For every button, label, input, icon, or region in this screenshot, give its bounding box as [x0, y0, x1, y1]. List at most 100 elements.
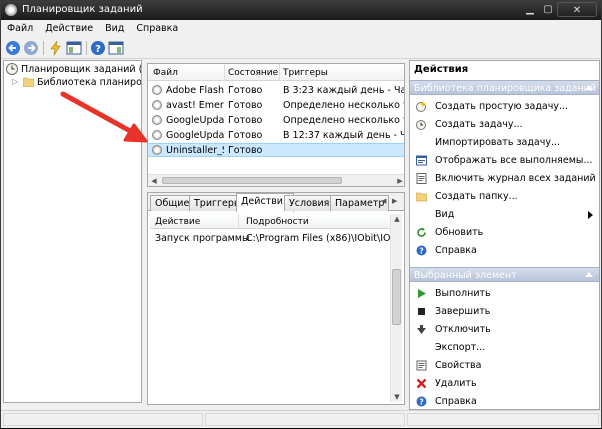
- action-refresh[interactable]: Обновить: [410, 224, 599, 242]
- clock-app-icon: [5, 4, 17, 16]
- end-icon: [418, 308, 425, 315]
- clock-icon: [6, 63, 18, 75]
- scroll-right-icon[interactable]: ▶: [396, 177, 404, 185]
- scroll-up-icon[interactable]: ▲: [393, 215, 401, 223]
- task-clock-icon: [152, 85, 162, 95]
- column-header-file[interactable]: Файл: [153, 68, 178, 78]
- action-end[interactable]: Завершить: [410, 303, 599, 321]
- delete-icon: [416, 378, 427, 389]
- action-create-basic-task[interactable]: Создать простую задачу...: [410, 98, 599, 116]
- show-hide-action-pane-icon[interactable]: [108, 40, 124, 56]
- column-header-triggers[interactable]: Триггеры: [283, 68, 328, 78]
- menu-help[interactable]: Справка: [130, 20, 184, 37]
- minimize-icon[interactable]: ▁: [521, 2, 539, 17]
- detail-tab-bar: Общие Триггеры Действия Условия Параметр…: [148, 193, 404, 212]
- run-icon: [418, 289, 426, 298]
- action-export[interactable]: Экспорт...: [410, 339, 599, 357]
- action-import-task[interactable]: Импортировать задачу...: [410, 134, 599, 152]
- tab-general[interactable]: Общие: [150, 195, 195, 211]
- column-header-action[interactable]: Действие: [155, 217, 200, 227]
- task-clock-icon: [152, 145, 162, 155]
- action-help-library[interactable]: ? Справка: [410, 242, 599, 260]
- table-row[interactable]: GoogleUpda... Готово Определено нескольк…: [148, 114, 404, 128]
- action-enable-history[interactable]: Включить журнал всех заданий: [410, 170, 599, 188]
- back-arrow-icon[interactable]: [5, 40, 21, 56]
- properties-icon: [416, 360, 427, 371]
- disable-icon: [417, 325, 426, 334]
- table-row[interactable]: Запуск программы C:\Program Files (x86)\…: [150, 231, 390, 245]
- column-header-status[interactable]: Состояние: [228, 68, 278, 78]
- action-delete[interactable]: Удалить: [410, 375, 599, 393]
- window-controls: ▁ ▢ ✕: [521, 2, 597, 17]
- title-bar[interactable]: Планировщик заданий ▁ ▢ ✕: [1, 1, 601, 20]
- collapse-caret-icon[interactable]: [585, 272, 593, 277]
- task-scheduler-window: Планировщик заданий ▁ ▢ ✕ Файл Действие …: [0, 0, 602, 428]
- actions-pane-title: Действия: [414, 64, 469, 75]
- scroll-down-icon[interactable]: ▼: [393, 393, 401, 401]
- action-new-folder[interactable]: Создать папку...: [410, 188, 599, 206]
- help-icon[interactable]: ?: [90, 40, 106, 56]
- task-clock-icon: [152, 100, 162, 110]
- expand-arrow-icon[interactable]: ▷: [12, 77, 18, 86]
- action-help-selected[interactable]: ? Справка: [410, 393, 599, 409]
- tab-conditions[interactable]: Условия: [284, 195, 335, 211]
- task-details: Общие Триггеры Действия Условия Параметр…: [147, 192, 405, 405]
- action-view[interactable]: Вид: [410, 206, 599, 224]
- scroll-left-icon[interactable]: ◀: [150, 177, 158, 185]
- close-icon[interactable]: ✕: [557, 2, 597, 17]
- show-hide-console-tree-icon[interactable]: [66, 40, 82, 56]
- vertical-scrollbar[interactable]: ▲ ▼: [390, 214, 402, 402]
- table-row[interactable]: Adobe Flash... Готово В 3:23 каждый день…: [148, 84, 404, 98]
- help-icon: ?: [416, 245, 427, 256]
- action-properties[interactable]: Свойства: [410, 357, 599, 375]
- display-running-icon: [416, 155, 427, 166]
- actions-table-header: Действие Подробности: [150, 214, 390, 229]
- tree-root-label: Планировщик заданий (Локал: [21, 64, 141, 75]
- action-display-running[interactable]: Отображать все выполняемы...: [410, 152, 599, 170]
- create-task-icon: [416, 120, 426, 130]
- task-list-header: Файл Состояние Триггеры: [148, 64, 404, 81]
- help-icon: ?: [416, 396, 427, 407]
- section-header-library[interactable]: Библиотека планировщика заданий: [410, 80, 599, 95]
- scrollbar-thumb[interactable]: [162, 177, 342, 184]
- forward-arrow-icon[interactable]: [23, 40, 39, 56]
- maximize-icon[interactable]: ▢: [539, 2, 557, 17]
- enable-history-icon: [416, 173, 427, 184]
- task-clock-icon: [152, 130, 162, 140]
- action-disable[interactable]: Отключить: [410, 321, 599, 339]
- folder-icon: [23, 77, 34, 87]
- create-basic-task-icon: [416, 101, 426, 112]
- menu-file[interactable]: Файл: [1, 20, 39, 37]
- console-tree: Планировщик заданий (Локал ▷ Библиотека …: [3, 60, 142, 403]
- tab-scroll-left-icon[interactable]: ◀: [381, 197, 386, 205]
- scrollbar-thumb[interactable]: [392, 269, 401, 325]
- action-create-task[interactable]: Создать задачу...: [410, 116, 599, 134]
- tree-library-label: Библиотека планировщика: [37, 77, 141, 88]
- task-list: Файл Состояние Триггеры Adobe Flash... Г…: [147, 63, 405, 187]
- table-row-selected[interactable]: Uninstaller_S... Готово: [148, 143, 404, 157]
- submenu-arrow-icon: [588, 211, 593, 219]
- action-run[interactable]: Выполнить: [410, 285, 599, 303]
- actions-pane: Действия Библиотека планировщика заданий…: [409, 60, 600, 410]
- menu-action[interactable]: Действие: [39, 20, 99, 37]
- table-row[interactable]: avast! Emerg... Готово Определено нескол…: [148, 99, 404, 113]
- refresh-icon: [417, 227, 426, 237]
- task-clock-icon: [152, 115, 162, 125]
- tree-item-root[interactable]: Планировщик заданий (Локал: [4, 63, 141, 76]
- table-row[interactable]: GoogleUpda... Готово В 12:37 каждый день…: [148, 129, 404, 143]
- folder-icon: [416, 192, 427, 202]
- tab-scroll-right-icon[interactable]: ▶: [392, 197, 397, 205]
- collapse-caret-icon[interactable]: [585, 85, 593, 90]
- svg-text:?: ?: [419, 247, 423, 256]
- horizontal-scrollbar[interactable]: ◀ ▶: [148, 174, 404, 186]
- status-bar: [1, 410, 601, 428]
- section-header-selected-item[interactable]: Выбранный элемент: [410, 267, 599, 282]
- run-lightning-icon[interactable]: [48, 40, 64, 56]
- column-header-details[interactable]: Подробности: [246, 217, 309, 227]
- toolbar: ?: [1, 37, 601, 59]
- tree-item-library[interactable]: ▷ Библиотека планировщика: [4, 76, 141, 89]
- menu-bar: Файл Действие Вид Справка: [1, 20, 601, 37]
- menu-view[interactable]: Вид: [99, 20, 130, 37]
- svg-text:?: ?: [95, 44, 101, 55]
- svg-text:?: ?: [419, 398, 423, 407]
